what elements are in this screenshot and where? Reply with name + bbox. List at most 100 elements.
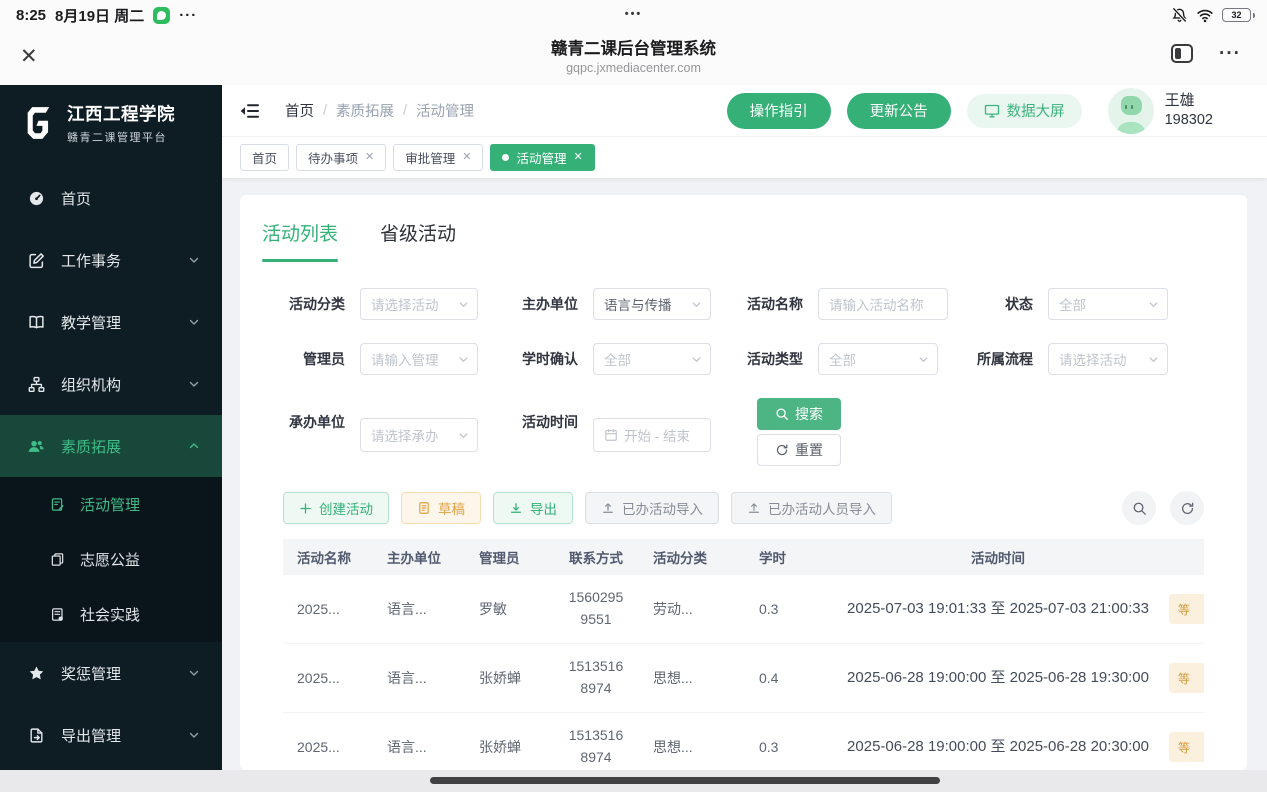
chevron-down-icon <box>919 356 928 362</box>
organizer-select[interactable]: 语言与传播 <box>593 288 711 320</box>
close-icon[interactable]: ✕ <box>365 152 374 163</box>
tab-activity-list[interactable]: 活动列表 <box>262 219 339 262</box>
create-activity-button[interactable]: 创建活动 <box>283 492 389 524</box>
table-row[interactable]: 2025... 语言... 张娇蝉 15135168974 思想... 0.4 … <box>283 644 1204 713</box>
status-date: 8月19日 周二 <box>55 7 145 25</box>
cell-phone: 15135168974 <box>568 658 624 696</box>
import-done-people-button[interactable]: 已办活动人员导入 <box>731 492 892 524</box>
filter-form: 活动分类 请选择活动 主办单位 语言与传播 活动名称 请输入活动名称 状态 全部… <box>240 262 1247 468</box>
activity-type-select[interactable]: 全部 <box>818 343 938 375</box>
content-area: 活动列表 省级活动 活动分类 请选择活动 主办单位 语言与传播 活动名称 请输入… <box>222 178 1267 770</box>
breadcrumb-separator: / <box>323 102 328 119</box>
chevron-down-icon <box>189 257 199 263</box>
school-name: 江西工程学院 <box>67 104 175 124</box>
filter-label-status: 状态 <box>1005 296 1033 312</box>
sidebar-item-quality-development[interactable]: 素质拓展 <box>0 415 222 477</box>
search-button[interactable]: 搜索 <box>757 398 841 430</box>
status-badge[interactable]: 等 <box>1169 594 1204 624</box>
browser-more-icon[interactable]: ··· <box>1219 44 1241 63</box>
sidebar-subitem-volunteer[interactable]: 志愿公益 <box>0 532 222 587</box>
collapse-sidebar-icon[interactable] <box>240 102 260 120</box>
guide-button[interactable]: 操作指引 <box>726 92 831 129</box>
undertaker-select[interactable]: 请选择承办 <box>360 418 478 452</box>
reset-button[interactable]: 重置 <box>757 434 841 466</box>
table-search-button[interactable] <box>1122 491 1156 525</box>
notice-button[interactable]: 更新公告 <box>846 92 951 129</box>
cell-hours: 0.3 <box>759 601 779 617</box>
sidebar-item-organization[interactable]: 组织机构 <box>0 353 222 415</box>
filter-label-undertaker: 承办单位 <box>289 414 345 430</box>
battery-icon: 32 <box>1222 8 1255 22</box>
draft-button[interactable]: 草稿 <box>401 492 481 524</box>
cell-actions: 等 <box>1163 644 1204 712</box>
data-screen-button[interactable]: 数据大屏 <box>966 93 1082 128</box>
activity-category-select[interactable]: 请选择活动 <box>360 288 478 320</box>
filter-label-flow: 所属流程 <box>977 351 1033 367</box>
breadcrumb-home[interactable]: 首页 <box>285 100 314 121</box>
tab-tag-label: 活动管理 <box>516 152 567 166</box>
chevron-down-icon <box>692 301 701 307</box>
tab-province-activity[interactable]: 省级活动 <box>380 219 456 262</box>
platform-name: 赣青二课管理平台 <box>67 132 167 144</box>
sidebar-item-home[interactable]: 首页 <box>0 167 222 229</box>
search-label: 搜索 <box>795 406 823 422</box>
book-icon <box>29 315 44 328</box>
activity-table: 活动名称 主办单位 管理员 联系方式 活动分类 学时 活动时间 2025... … <box>283 539 1204 770</box>
activity-card: 活动列表 省级活动 活动分类 请选择活动 主办单位 语言与传播 活动名称 请输入… <box>240 195 1247 770</box>
sidebar-toggle-icon[interactable] <box>1171 44 1194 63</box>
activity-doc-icon <box>51 498 64 511</box>
sidebar-item-label: 奖惩管理 <box>61 665 122 683</box>
page-url[interactable]: gqpc.jxmediacenter.com <box>551 61 716 75</box>
avatar[interactable] <box>1107 87 1154 134</box>
wifi-icon <box>1196 8 1214 23</box>
sidebar-subitem-activity-management[interactable]: 活动管理 <box>0 477 222 532</box>
status-badge[interactable]: 等 <box>1169 732 1204 762</box>
chevron-down-icon <box>189 732 199 738</box>
sidebar-subitem-label: 社会实践 <box>80 607 141 624</box>
tab-tag-activity-management[interactable]: 活动管理 ✕ <box>490 144 595 171</box>
school-logo-icon <box>27 107 50 139</box>
tab-tag-todo[interactable]: 待办事项 ✕ <box>296 144 387 171</box>
edit-icon <box>29 252 44 268</box>
select-placeholder: 全部 <box>604 353 631 368</box>
filter-label-hours-confirm: 学时确认 <box>522 351 578 367</box>
cell-hours: 0.3 <box>759 739 779 755</box>
close-icon[interactable]: ✕ <box>20 44 38 69</box>
horizontal-scrollbar[interactable] <box>430 777 940 784</box>
tab-tag-home[interactable]: 首页 <box>240 144 290 171</box>
status-badge[interactable]: 等 <box>1169 663 1204 693</box>
sidebar-item-label: 组织机构 <box>61 376 122 394</box>
cell-hours: 0.4 <box>759 670 779 686</box>
flow-select[interactable]: 请选择活动 <box>1048 343 1168 375</box>
data-screen-label: 数据大屏 <box>1006 104 1065 120</box>
chevron-down-icon <box>189 319 199 325</box>
copy-doc-icon <box>51 553 64 566</box>
export-button[interactable]: 导出 <box>493 492 573 524</box>
activity-time-range-input[interactable]: 开始 - 结束 <box>593 418 711 452</box>
sidebar-subitem-label: 活动管理 <box>80 497 141 514</box>
activity-name-input[interactable]: 请输入活动名称 <box>818 288 948 320</box>
table-refresh-button[interactable] <box>1170 491 1204 525</box>
manager-select[interactable]: 请输入管理 <box>360 343 478 375</box>
sidebar-subitem-social-practice[interactable]: 社会实践 <box>0 587 222 642</box>
import-done-activities-button[interactable]: 已办活动导入 <box>585 492 719 524</box>
hours-confirm-select[interactable]: 全部 <box>593 343 711 375</box>
tab-tag-approval[interactable]: 审批管理 ✕ <box>393 144 484 171</box>
sidebar-item-teaching[interactable]: 教学管理 <box>0 291 222 353</box>
import-people-label: 已办活动人员导入 <box>768 502 876 517</box>
status-select[interactable]: 全部 <box>1048 288 1168 320</box>
table-row[interactable]: 2025... 语言... 张娇蝉 15135168974 思想... 0.3 … <box>283 713 1204 770</box>
select-placeholder: 请选择活动 <box>1059 353 1127 368</box>
refresh-icon <box>776 444 788 456</box>
cell-actions: 等 <box>1163 575 1204 643</box>
sidebar-item-label: 首页 <box>61 190 92 208</box>
filter-label-organizer: 主办单位 <box>522 296 578 312</box>
table-row[interactable]: 2025... 语言... 罗敏 15602959551 劳动... 0.3 2… <box>283 575 1204 644</box>
sidebar-item-work[interactable]: 工作事务 <box>0 229 222 291</box>
status-more-icon: ··· <box>179 6 198 24</box>
sidebar-item-export[interactable]: 导出管理 <box>0 704 222 766</box>
close-icon[interactable]: ✕ <box>574 152 583 163</box>
export-doc-icon <box>30 727 43 743</box>
close-icon[interactable]: ✕ <box>462 152 471 163</box>
sidebar-item-rewards[interactable]: 奖惩管理 <box>0 642 222 704</box>
